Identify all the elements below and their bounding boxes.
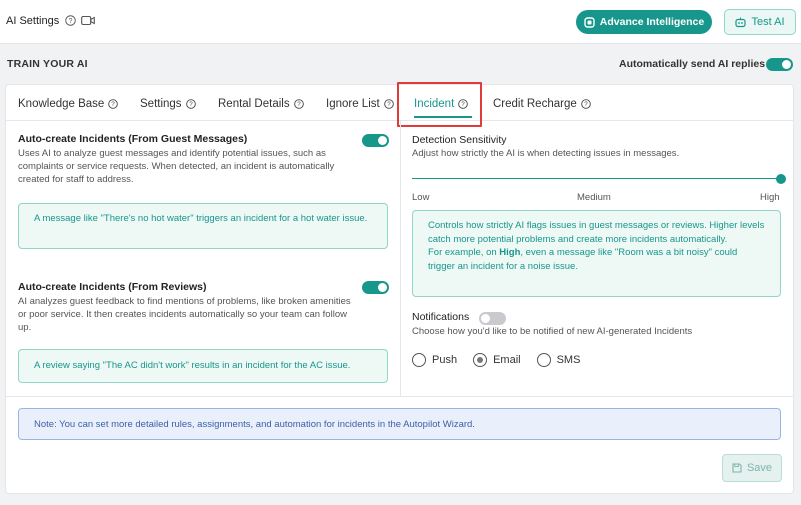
detection-sensitivity-title: Detection Sensitivity — [412, 134, 507, 146]
radio-circle[interactable] — [473, 353, 488, 367]
tab-credit-recharge[interactable]: Credit Recharge ? — [493, 98, 591, 110]
autopilot-note-text: Note: You can set more detailed rules, a… — [34, 419, 475, 430]
review-incidents-title: Auto-create Incidents (From Reviews) — [18, 281, 207, 293]
detection-sensitivity-description: Adjust how strictly the AI is when detec… — [412, 148, 680, 159]
radio-email[interactable]: Email — [473, 353, 521, 367]
column-divider — [400, 121, 401, 396]
radio-circle[interactable] — [536, 353, 551, 367]
sensitivity-slider-handle[interactable] — [776, 174, 786, 184]
notifications-title: Notifications — [412, 311, 470, 323]
advance-intelligence-button[interactable]: Advance Intelligence — [576, 10, 712, 34]
radio-label: SMS — [556, 354, 581, 366]
svg-text:?: ? — [69, 18, 73, 25]
notifications-toggle[interactable] — [479, 312, 506, 325]
robot-icon — [735, 17, 747, 27]
test-ai-button[interactable]: Test AI — [724, 9, 796, 35]
svg-text:?: ? — [112, 101, 116, 108]
radio-label: Email — [493, 354, 521, 366]
notification-method-group: Push Email SMS — [412, 353, 596, 367]
autopilot-note: Note: You can set more detailed rules, a… — [18, 408, 781, 440]
guest-incidents-title: Auto-create Incidents (From Guest Messag… — [18, 133, 248, 145]
top-bar: AI Settings ? Advance Intelligence Test … — [0, 0, 801, 44]
notifications-description: Choose how you'd like to be notified of … — [412, 326, 693, 337]
tab-label: Ignore List — [326, 98, 380, 110]
radio-circle[interactable] — [412, 353, 426, 367]
video-icon[interactable] — [81, 15, 95, 26]
tab-label: Knowledge Base — [18, 98, 105, 110]
help-icon: ? — [383, 99, 394, 109]
review-example-box: A review saying "The AC didn't work" res… — [18, 349, 388, 383]
incident-settings-panel: Knowledge Base ? Settings ? Rental Detai… — [5, 82, 794, 494]
radio-push[interactable]: Push — [412, 353, 457, 367]
help-icon: ? — [108, 99, 119, 109]
guest-incidents-toggle[interactable] — [362, 134, 389, 147]
svg-text:?: ? — [189, 101, 193, 108]
help-icon: ? — [293, 99, 304, 109]
tab-highlight-box — [397, 82, 482, 127]
help-icon: ? — [580, 99, 591, 109]
sensitivity-label-medium: Medium — [577, 192, 611, 203]
review-example-text: A review saying "The AC didn't work" res… — [34, 360, 351, 371]
sensitivity-info-line2: For example, on High, even a message lik… — [428, 246, 765, 273]
save-icon — [732, 463, 742, 473]
tab-label: Rental Details — [218, 98, 290, 110]
tab-settings[interactable]: Settings ? — [140, 98, 196, 110]
svg-text:?: ? — [387, 101, 391, 108]
help-icon[interactable]: ? — [65, 15, 76, 26]
help-icon: ? — [185, 99, 196, 109]
sensitivity-slider-track[interactable] — [412, 178, 781, 179]
tab-label: Credit Recharge — [493, 98, 577, 110]
auto-send-toggle[interactable] — [766, 58, 793, 71]
info-prefix: For example, on — [428, 247, 500, 258]
radio-label: Push — [432, 354, 458, 366]
sensitivity-info-line1: Controls how strictly AI flags issues in… — [428, 220, 765, 245]
auto-send-label: Automatically send AI replies — [619, 58, 766, 70]
train-your-ai-heading: TRAIN YOUR AI — [7, 58, 88, 70]
advance-intelligence-label: Advance Intelligence — [599, 16, 705, 28]
test-ai-label: Test AI — [751, 16, 785, 28]
page-title: AI Settings — [6, 15, 60, 27]
tab-ignore-list[interactable]: Ignore List ? — [326, 98, 394, 110]
tab-bar: Knowledge Base ? Settings ? Rental Detai… — [6, 82, 793, 127]
guest-incidents-description: Uses AI to analyze guest messages and id… — [18, 148, 335, 185]
sensitivity-label-high: High — [760, 192, 780, 203]
svg-text:?: ? — [584, 101, 588, 108]
footer-divider — [6, 396, 793, 397]
save-label: Save — [746, 462, 773, 474]
guest-example-box: A message like "There's no hot water" tr… — [18, 203, 388, 249]
tab-label: Settings — [140, 98, 182, 110]
info-bold: High — [499, 247, 521, 258]
guest-example-text: A message like "There's no hot water" tr… — [34, 213, 368, 224]
tab-rental-details[interactable]: Rental Details ? — [218, 98, 304, 110]
svg-text:?: ? — [297, 101, 301, 108]
review-incidents-toggle[interactable] — [362, 281, 389, 294]
save-button[interactable]: Save — [722, 454, 782, 482]
sensitivity-label-low: Low — [412, 192, 430, 203]
ai-chip-icon — [584, 16, 595, 28]
radio-sms[interactable]: SMS — [536, 353, 581, 367]
tab-knowledge-base[interactable]: Knowledge Base ? — [18, 98, 119, 110]
sensitivity-info-box: Controls how strictly AI flags issues in… — [412, 210, 781, 297]
review-incidents-description: AI analyzes guest feedback to find menti… — [18, 296, 351, 333]
